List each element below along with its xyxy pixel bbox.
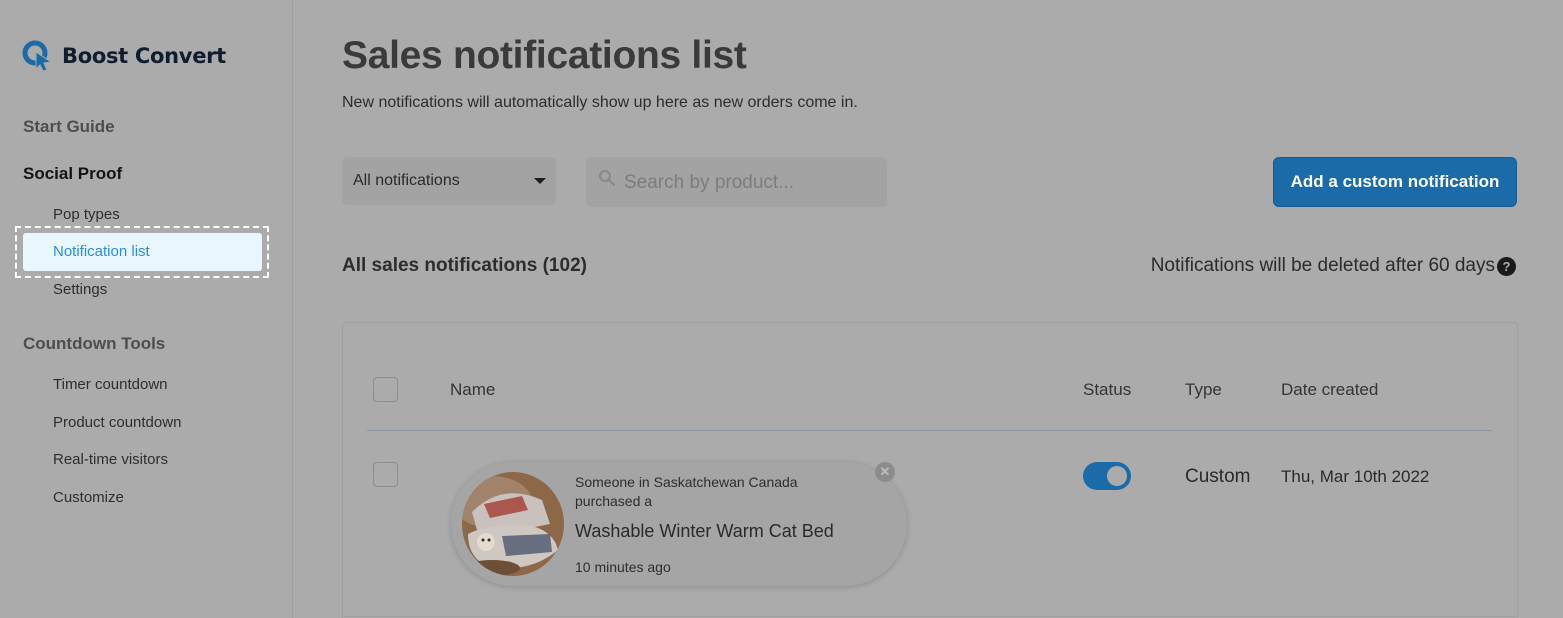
list-heading: All sales notifications (102): [342, 255, 587, 276]
sidebar: Boost Convert Start Guide Social Proof P…: [0, 0, 293, 618]
notification-preview[interactable]: Someone in Saskatchewan Canada purchased…: [451, 462, 907, 586]
search-box[interactable]: [586, 157, 887, 207]
row-divider: [342, 616, 1518, 617]
nav-item-real-time-visitors[interactable]: Real-time visitors: [53, 451, 168, 468]
preview-location-text: Someone in Saskatchewan Canada: [575, 474, 798, 490]
brand[interactable]: Boost Convert: [22, 40, 226, 72]
caret-down-icon: [534, 178, 546, 184]
column-header-type: Type: [1185, 380, 1222, 399]
preview-product-name: Washable Winter Warm Cat Bed: [575, 521, 834, 541]
toggle-knob: [1107, 466, 1127, 486]
product-image: [462, 472, 564, 576]
nav-item-notification-list[interactable]: Notification list: [23, 233, 262, 271]
add-custom-notification-button[interactable]: Add a custom notification: [1273, 157, 1517, 207]
column-header-status: Status: [1083, 380, 1132, 399]
search-icon: [599, 170, 615, 186]
nav-section-social-proof[interactable]: Social Proof: [23, 164, 122, 184]
filter-selected-value: All notifications: [353, 172, 460, 189]
nav-item-product-countdown[interactable]: Product countdown: [53, 414, 181, 431]
page-subtitle: New notifications will automatically sho…: [342, 94, 858, 111]
type-cell: Custom: [1185, 466, 1251, 487]
preview-purchased-text: purchased a: [575, 493, 653, 509]
row-checkbox[interactable]: [373, 462, 398, 487]
page-title: Sales notifications list: [342, 34, 747, 77]
retention-note-text: Notifications will be deleted after 60 d…: [1150, 255, 1495, 276]
nav-item-pop-types[interactable]: Pop types: [53, 206, 120, 223]
date-created-cell: Thu, Mar 10th 2022: [1281, 467, 1430, 486]
boost-convert-logo-icon: [22, 40, 53, 72]
retention-note: Notifications will be deleted after 60 d…: [1151, 255, 1516, 277]
nav-item-customize[interactable]: Customize: [53, 489, 124, 506]
cat-bed-image: [462, 472, 564, 576]
notification-filter-select[interactable]: All notifications: [342, 157, 556, 205]
column-header-date: Date created: [1281, 380, 1379, 399]
select-all-checkbox[interactable]: [373, 377, 398, 402]
brand-name: Boost Convert: [62, 44, 226, 68]
table-header-divider: [367, 430, 1492, 431]
nav-item-notification-list-label: Notification list: [53, 243, 150, 260]
nav-section-start-guide[interactable]: Start Guide: [23, 117, 115, 137]
help-icon[interactable]: ?: [1497, 256, 1516, 276]
nav-item-settings[interactable]: Settings: [53, 281, 107, 298]
status-toggle[interactable]: [1083, 462, 1131, 490]
close-icon[interactable]: ✕: [875, 462, 895, 482]
column-header-name: Name: [450, 380, 496, 399]
nav-item-timer-countdown[interactable]: Timer countdown: [53, 376, 168, 393]
preview-time-ago: 10 minutes ago: [575, 559, 671, 575]
nav-section-countdown-tools[interactable]: Countdown Tools: [23, 334, 165, 354]
search-input[interactable]: [624, 171, 874, 195]
